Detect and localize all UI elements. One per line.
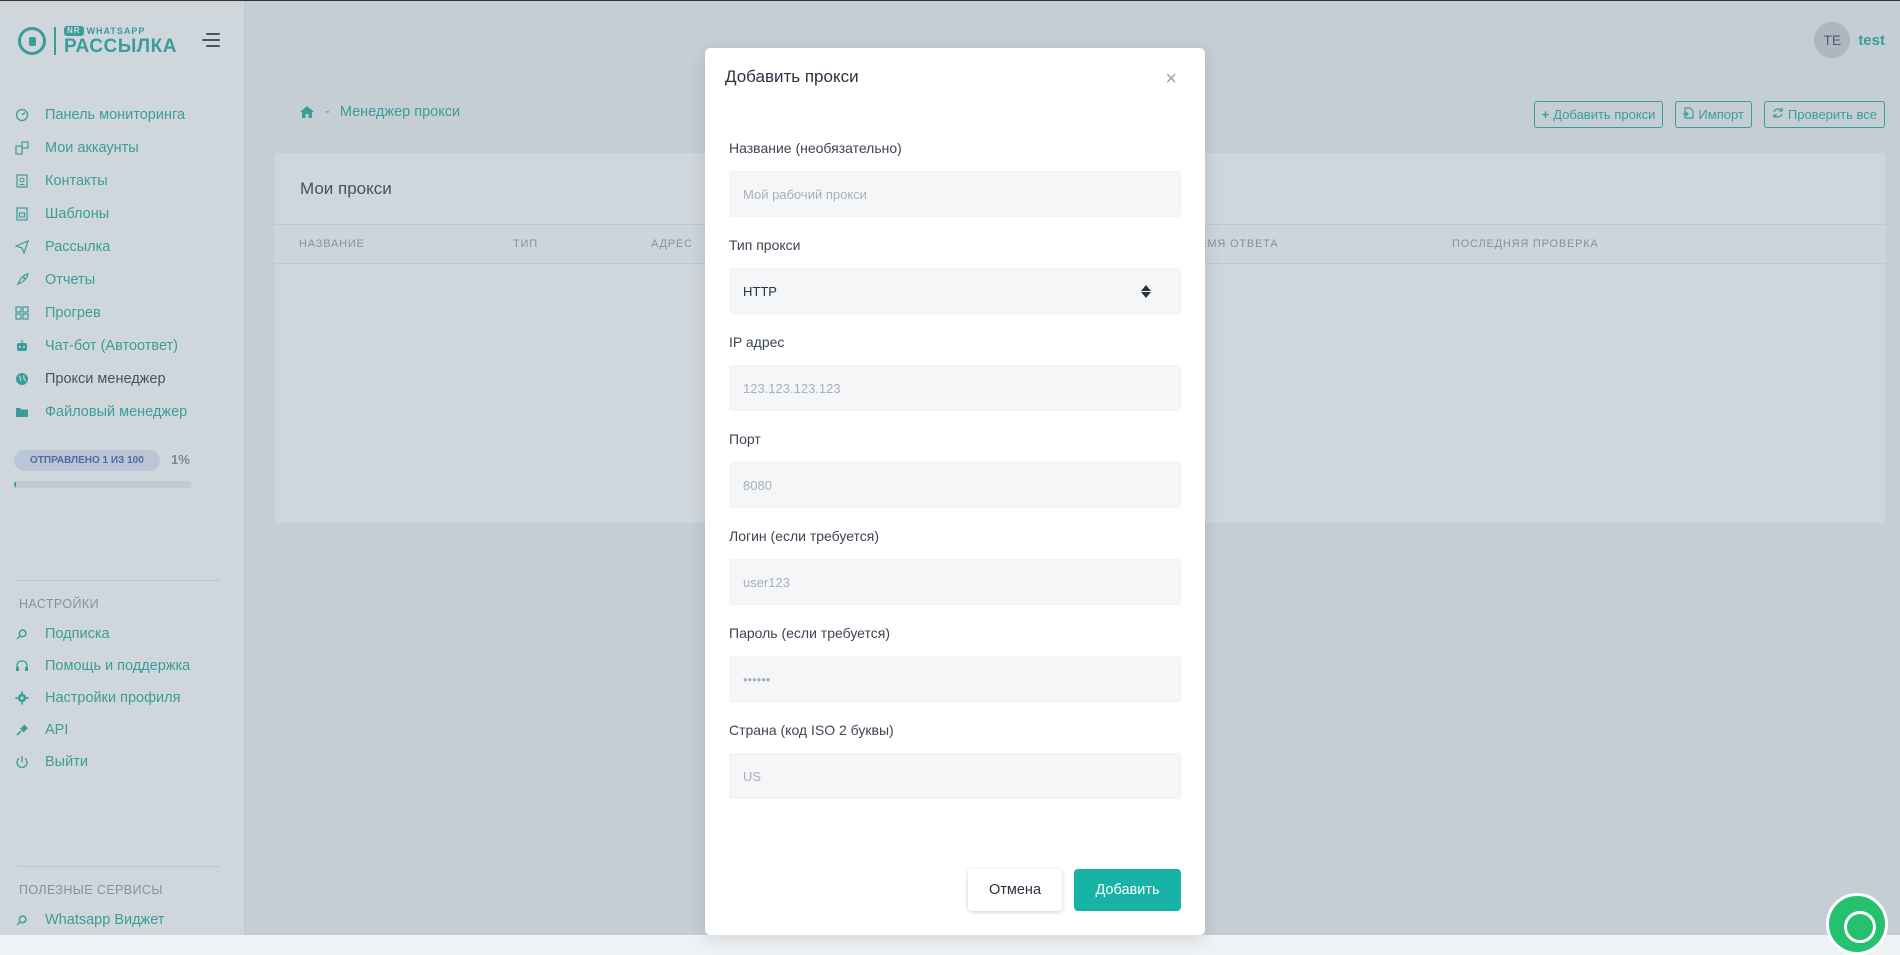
country-field-group: Страна (код ISO 2 буквы) [729,722,1181,799]
country-field-label: Страна (код ISO 2 буквы) [729,722,894,738]
port-input[interactable] [729,462,1181,508]
login-input[interactable] [729,559,1181,605]
type-field-label: Тип прокси [729,237,801,253]
name-field-group: Название (необязательно) [729,140,1181,217]
type-field-group: Тип прокси HTTP [729,237,1181,314]
whatsapp-chat-icon[interactable] [1826,893,1888,955]
ip-input[interactable] [729,365,1181,411]
modal-footer: Отмена Добавить [968,869,1181,911]
name-input[interactable] [729,171,1181,217]
close-icon[interactable]: × [1165,69,1177,89]
window-top-border [0,0,1900,1]
port-field-label: Порт [729,431,761,447]
login-field-label: Логин (если требуется) [729,528,880,544]
modal-title: Добавить прокси [725,67,859,86]
port-field-group: Порт [729,431,1181,508]
country-input[interactable] [729,753,1181,799]
password-field-group: Пароль (если требуется) [729,625,1181,702]
password-input[interactable] [729,656,1181,702]
login-field-group: Логин (если требуется) [729,528,1181,605]
ip-field-label: IP адрес [729,334,785,350]
sort-arrows-icon [1141,284,1151,298]
add-proxy-modal: Добавить прокси × Название (необязательн… [705,48,1205,935]
cancel-button[interactable]: Отмена [968,869,1062,911]
ip-field-group: IP адрес [729,334,1181,411]
name-field-label: Название (необязательно) [729,140,902,156]
proxy-type-value: HTTP [743,283,777,299]
proxy-type-select[interactable]: HTTP [729,268,1181,314]
password-field-label: Пароль (если требуется) [729,625,890,641]
add-button[interactable]: Добавить [1074,869,1181,911]
